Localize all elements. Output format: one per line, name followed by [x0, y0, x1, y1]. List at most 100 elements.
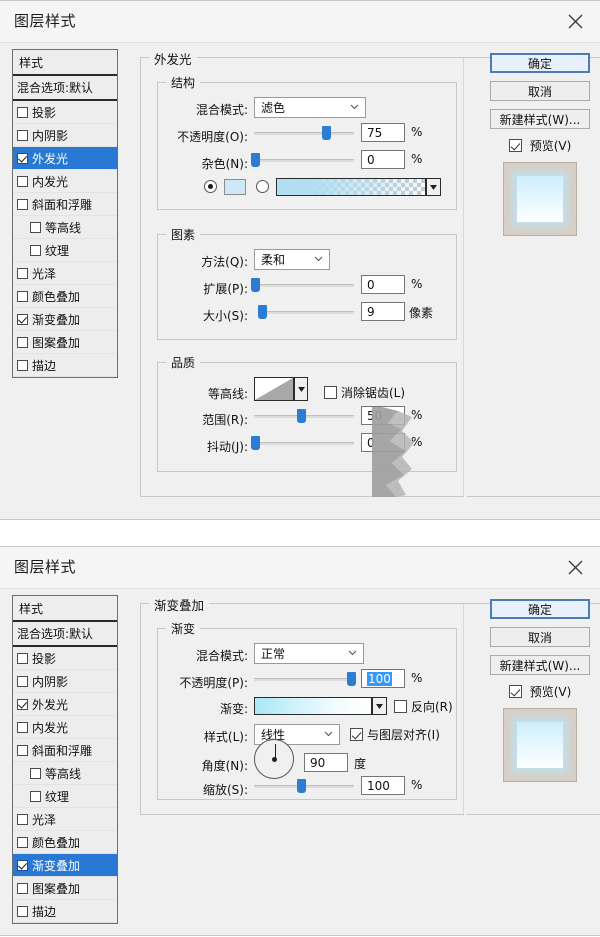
- glow-gradient-bar[interactable]: [276, 178, 441, 196]
- style-list-item[interactable]: 等高线: [13, 216, 117, 239]
- scale-input[interactable]: 100: [361, 776, 405, 795]
- style-item-checkbox[interactable]: [17, 336, 28, 348]
- blending-options-item[interactable]: 混合选项:默认: [13, 622, 117, 647]
- blend-mode-select[interactable]: 正常: [254, 643, 364, 664]
- style-list-item[interactable]: 图案叠加: [13, 877, 117, 900]
- style-list-item[interactable]: 内阴影: [13, 124, 117, 147]
- preview-checkbox[interactable]: 预览(V): [490, 137, 590, 154]
- style-item-checkbox[interactable]: [30, 244, 41, 256]
- size-input[interactable]: 9: [361, 302, 405, 321]
- style-list-item[interactable]: 外发光: [13, 147, 117, 170]
- style-item-checkbox[interactable]: [17, 721, 28, 733]
- style-list-item[interactable]: 颜色叠加: [13, 285, 117, 308]
- style-list-item[interactable]: 渐变叠加: [13, 854, 117, 877]
- panel-scroll-strip[interactable]: [463, 58, 467, 498]
- style-list-item[interactable]: 纹理: [13, 239, 117, 262]
- style-item-checkbox[interactable]: [17, 836, 28, 848]
- style-item-checkbox[interactable]: [17, 744, 28, 756]
- size-slider[interactable]: [257, 305, 354, 319]
- opacity-input[interactable]: 75: [361, 123, 405, 142]
- style-item-checkbox[interactable]: [30, 790, 41, 802]
- scale-slider-knob[interactable]: [297, 779, 306, 793]
- style-item-checkbox[interactable]: [17, 813, 28, 825]
- technique-select[interactable]: 柔和: [254, 249, 330, 270]
- style-list-item[interactable]: 斜面和浮雕: [13, 739, 117, 762]
- style-list-item[interactable]: 投影: [13, 101, 117, 124]
- opacity-slider-knob[interactable]: [322, 126, 331, 140]
- style-list-item[interactable]: 斜面和浮雕: [13, 193, 117, 216]
- blending-options-item[interactable]: 混合选项:默认: [13, 76, 117, 101]
- contour-dropdown[interactable]: [294, 377, 308, 401]
- ok-button[interactable]: 确定: [490, 599, 590, 619]
- reverse-checkbox[interactable]: 反向(R): [394, 698, 453, 715]
- style-item-checkbox[interactable]: [30, 767, 41, 779]
- style-item-checkbox[interactable]: [30, 221, 41, 233]
- noise-slider-knob[interactable]: [251, 153, 260, 167]
- jitter-input[interactable]: 0: [361, 433, 405, 452]
- opacity-slider-knob[interactable]: [347, 672, 356, 686]
- glow-gradient-radio[interactable]: [256, 180, 269, 193]
- close-icon[interactable]: [558, 7, 592, 35]
- cancel-button[interactable]: 取消: [490, 81, 590, 101]
- style-item-checkbox[interactable]: [17, 267, 28, 279]
- antialias-checkbox[interactable]: 消除锯齿(L): [324, 384, 405, 401]
- opacity-slider[interactable]: [254, 126, 354, 140]
- style-list-item[interactable]: 颜色叠加: [13, 831, 117, 854]
- style-item-checkbox[interactable]: [17, 175, 28, 187]
- style-item-checkbox[interactable]: [17, 152, 28, 164]
- opacity-input[interactable]: 100: [361, 669, 405, 688]
- style-list-item[interactable]: 光泽: [13, 262, 117, 285]
- range-slider[interactable]: [254, 409, 354, 423]
- blend-mode-select[interactable]: 滤色: [254, 97, 366, 118]
- align-with-layer-checkbox[interactable]: 与图层对齐(I): [350, 726, 440, 743]
- style-list-item[interactable]: 渐变叠加: [13, 308, 117, 331]
- style-item-checkbox[interactable]: [17, 313, 28, 325]
- style-item-checkbox[interactable]: [17, 129, 28, 141]
- preview-checkbox[interactable]: 预览(V): [490, 683, 590, 700]
- noise-slider[interactable]: [251, 153, 354, 167]
- contour-preview[interactable]: [254, 377, 294, 401]
- style-list-item[interactable]: 描边: [13, 354, 117, 377]
- spread-input[interactable]: 0: [361, 275, 405, 294]
- style-item-checkbox[interactable]: [17, 675, 28, 687]
- size-slider-knob[interactable]: [257, 305, 267, 319]
- gradient-preview-dropdown[interactable]: [372, 697, 387, 715]
- style-item-checkbox[interactable]: [17, 698, 28, 710]
- style-item-checkbox[interactable]: [17, 652, 28, 664]
- new-style-button[interactable]: 新建样式(W)...: [490, 109, 590, 129]
- range-input[interactable]: 50: [361, 406, 405, 425]
- style-list-item[interactable]: 等高线: [13, 762, 117, 785]
- style-item-checkbox[interactable]: [17, 290, 28, 302]
- ok-button[interactable]: 确定: [490, 53, 590, 73]
- noise-input[interactable]: 0: [361, 150, 405, 169]
- glow-color-radio[interactable]: [204, 180, 217, 193]
- jitter-slider-knob[interactable]: [251, 436, 260, 450]
- spread-slider[interactable]: [251, 278, 354, 292]
- new-style-button[interactable]: 新建样式(W)...: [490, 655, 590, 675]
- style-list-item[interactable]: 光泽: [13, 808, 117, 831]
- gradient-preview-bar[interactable]: [254, 697, 387, 715]
- opacity-slider[interactable]: [254, 672, 356, 686]
- style-list-item[interactable]: 外发光: [13, 693, 117, 716]
- style-list-item[interactable]: 描边: [13, 900, 117, 923]
- spread-slider-knob[interactable]: [251, 278, 260, 292]
- style-item-checkbox[interactable]: [17, 905, 28, 917]
- style-item-checkbox[interactable]: [17, 859, 28, 871]
- style-item-checkbox[interactable]: [17, 882, 28, 894]
- style-list-item[interactable]: 投影: [13, 647, 117, 670]
- style-list-item[interactable]: 纹理: [13, 785, 117, 808]
- style-item-checkbox[interactable]: [17, 359, 28, 371]
- range-slider-knob[interactable]: [297, 409, 306, 423]
- panel-scroll-strip[interactable]: [463, 604, 467, 816]
- style-item-checkbox[interactable]: [17, 198, 28, 210]
- style-list-item[interactable]: 图案叠加: [13, 331, 117, 354]
- glow-color-swatch[interactable]: [224, 179, 246, 195]
- style-item-checkbox[interactable]: [17, 106, 28, 118]
- angle-input[interactable]: 90: [304, 753, 348, 772]
- scale-slider[interactable]: [254, 779, 354, 793]
- cancel-button[interactable]: 取消: [490, 627, 590, 647]
- style-list-item[interactable]: 内发光: [13, 170, 117, 193]
- style-list-item[interactable]: 内发光: [13, 716, 117, 739]
- style-list-item[interactable]: 内阴影: [13, 670, 117, 693]
- glow-gradient-dropdown[interactable]: [426, 178, 441, 196]
